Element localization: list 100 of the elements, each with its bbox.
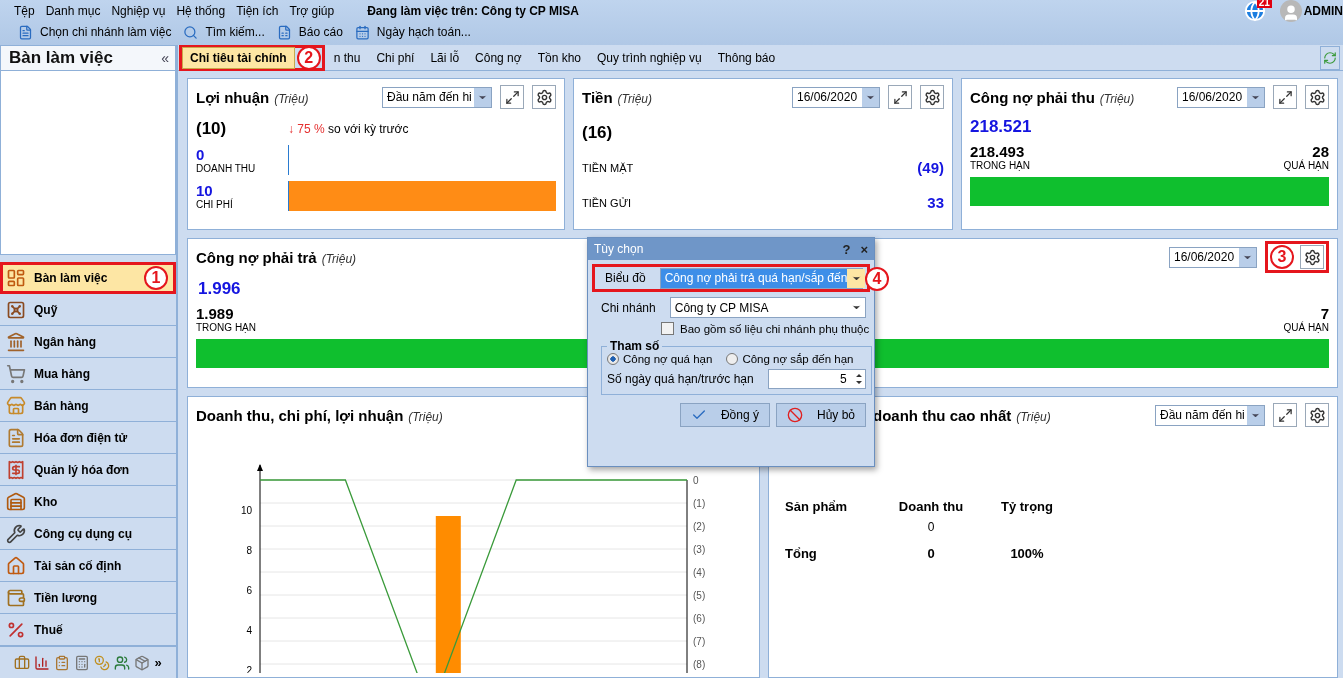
radio-option[interactable]: Công nợ sắp đến hạn: [726, 353, 854, 365]
user-name[interactable]: ADMIN: [1303, 4, 1343, 18]
card-title: Tiền: [582, 88, 613, 106]
period-dropdown[interactable]: Đầu năm đến hi: [1155, 404, 1265, 426]
briefcase-icon[interactable]: [14, 654, 31, 671]
expand-icon[interactable]: [1273, 85, 1297, 109]
total-cell-text: 0: [926, 546, 936, 561]
collapse-button[interactable]: «: [161, 50, 169, 66]
search-icon: [183, 24, 199, 40]
cancel-button[interactable]: Hủy bỏ: [775, 403, 866, 427]
value-label: 10: [196, 182, 214, 199]
dialog-title: Tùy chọn: [594, 242, 644, 256]
document-icon: [18, 24, 33, 40]
value-label: 33: [927, 194, 944, 211]
unit-label: (Triệu): [274, 91, 309, 106]
tab[interactable]: Chỉ tiêu tài chính: [182, 46, 295, 69]
settings-icon[interactable]: [1305, 403, 1329, 427]
tab[interactable]: Công nợ: [468, 47, 529, 68]
axis-label: 0: [693, 475, 699, 486]
metric-label: QUÁ HẠN: [1283, 322, 1329, 333]
axis-label: 8: [246, 545, 252, 556]
period-dropdown[interactable]: Đầu năm đến hi: [382, 86, 492, 108]
settings-icon[interactable]: [1300, 245, 1324, 269]
clipboard-icon[interactable]: [54, 654, 71, 671]
date-dropdown[interactable]: 16/06/2020: [1177, 86, 1265, 108]
tab[interactable]: Quy trình nghiệp vụ: [590, 47, 709, 68]
warehouse-icon: [6, 491, 26, 512]
toolbar-button[interactable]: Ngày hạch toán...: [350, 24, 475, 40]
date-dropdown[interactable]: 16/06/2020: [1169, 246, 1257, 268]
metric-label: DOANH THU: [196, 163, 257, 174]
receivable-total: 218.521: [970, 117, 1032, 137]
annotation-marker: 2: [296, 45, 321, 70]
expand-icon[interactable]: [500, 85, 524, 109]
toolbar-button[interactable]: Chọn chi nhánh làm việc: [14, 24, 176, 40]
value-label: 0: [196, 146, 206, 163]
menu-item[interactable]: Tệp: [14, 4, 35, 18]
card-title: Lợi nhuận: [196, 88, 270, 106]
tab[interactable]: n thu: [326, 47, 368, 68]
menu-item[interactable]: Tiện ích: [236, 4, 279, 18]
metric-label: QUÁ HẠN: [1283, 160, 1329, 171]
menu-item[interactable]: Hệ thống: [176, 4, 226, 18]
dashboard-icon: [6, 267, 26, 288]
field-label: Chi nhánh: [601, 300, 656, 315]
settings-icon[interactable]: [920, 85, 944, 109]
panel-title: Bàn làm việc: [9, 48, 113, 68]
date-dropdown[interactable]: 16/06/2020: [792, 86, 880, 108]
annotation-marker: 4: [865, 267, 889, 291]
value-label: 1.989: [196, 305, 235, 322]
menu-item[interactable]: Trợ giúp: [289, 4, 335, 18]
toolbar-button[interactable]: Tìm kiếm...: [179, 24, 269, 40]
calculator-icon[interactable]: [74, 654, 91, 671]
users-icon[interactable]: [114, 654, 131, 671]
package-icon[interactable]: [134, 654, 151, 671]
axis-label: 10: [240, 505, 252, 516]
tab[interactable]: Thông báo: [710, 47, 783, 68]
more-button[interactable]: »: [154, 655, 162, 670]
radio-option[interactable]: Công nợ quá hạn: [607, 353, 713, 365]
value-label: 7: [1320, 305, 1329, 322]
axis-label: (4): [693, 567, 706, 578]
axis-label: 6: [246, 585, 252, 596]
metric-label: TRONG HẠN: [970, 160, 1030, 171]
working-company: Đang làm việc trên: Công ty CP MISA: [367, 4, 579, 18]
receipt-icon: [6, 459, 26, 480]
store-icon: [6, 395, 26, 416]
metric-label: TIỀN GỬI: [582, 196, 632, 209]
include-checkbox[interactable]: Bao gồm số liệu chi nhánh phụ thuộc: [661, 322, 870, 335]
value-label: 218.493: [970, 143, 1026, 160]
value-label: 28: [1312, 143, 1329, 160]
expand-icon[interactable]: [888, 85, 912, 109]
branch-dropdown[interactable]: Công ty CP MISA: [669, 297, 866, 318]
days-spinner[interactable]: 5: [767, 369, 866, 389]
column-header: Tỷ trọng: [1000, 499, 1054, 514]
metric-label: TRONG HẠN: [196, 322, 256, 333]
tab[interactable]: Lãi lỗ: [423, 47, 467, 68]
toolbar-button[interactable]: Báo cáo: [272, 24, 347, 40]
menu-item[interactable]: Nghiệp vụ: [111, 4, 166, 18]
expand-icon[interactable]: [1273, 403, 1297, 427]
tab[interactable]: Tồn kho: [530, 47, 589, 68]
help-button[interactable]: ?: [842, 241, 851, 257]
payable-total: 1.996: [198, 279, 241, 299]
chart-icon[interactable]: [34, 654, 51, 671]
settings-icon[interactable]: [1305, 85, 1329, 109]
unit-label: (Triệu): [1016, 409, 1051, 424]
metric-label: TIỀN MẶT: [582, 161, 634, 174]
menu-item[interactable]: Danh mục: [45, 4, 101, 18]
close-button[interactable]: ×: [860, 241, 868, 257]
unit-label: (Triệu): [1099, 91, 1135, 106]
axis-label: (6): [693, 613, 706, 624]
nav-item[interactable]: Bàn làm việc 1: [0, 262, 176, 294]
axis-label: (1): [693, 498, 706, 509]
bank-icon: [6, 331, 26, 352]
metric-label: CHI PHÍ: [196, 199, 234, 210]
unit-label: (Triệu): [617, 91, 653, 106]
axis-label: (8): [693, 659, 706, 670]
field-label: Biểu đồ: [605, 271, 646, 285]
tab[interactable]: Chi phí: [369, 47, 422, 68]
profit-total: (10): [196, 119, 228, 139]
cancel-icon: [786, 407, 803, 423]
settings-icon[interactable]: [532, 85, 556, 109]
ok-button[interactable]: Đồng ý: [679, 403, 770, 427]
